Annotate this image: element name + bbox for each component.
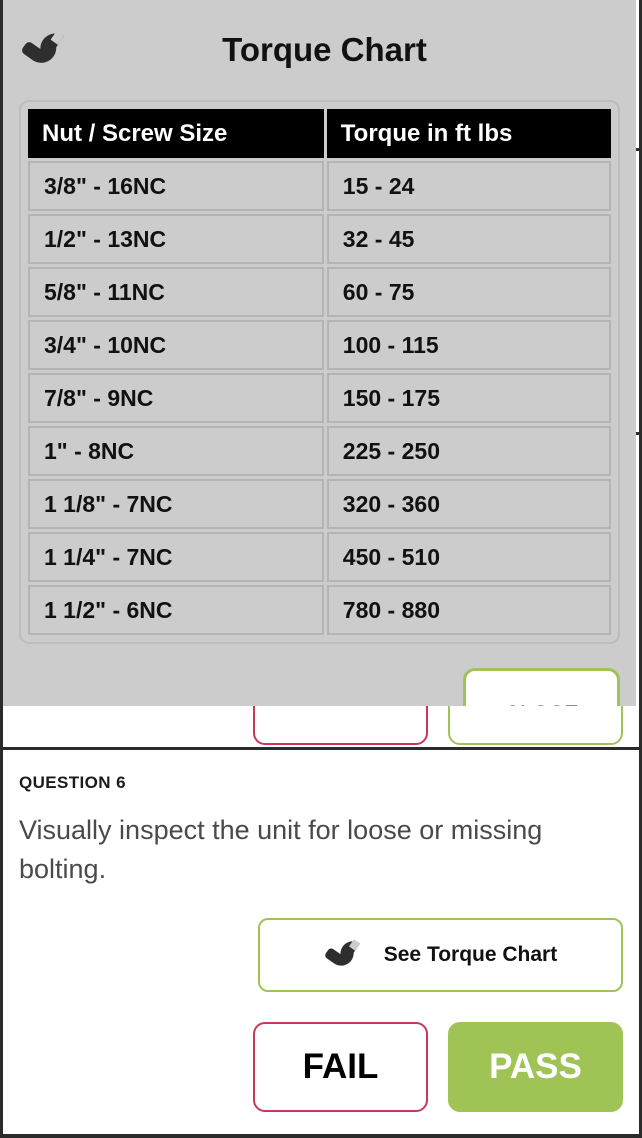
table-row: 1 1/2" - 6NC 780 - 880 [28,585,611,635]
torque-table-container: Nut / Screw Size Torque in ft lbs 3/8" -… [19,100,620,644]
question-text: Visually inspect the unit for loose or m… [19,815,543,885]
fail-button[interactable]: FAIL [253,1022,428,1113]
cell-screw-size: 5/8" - 11NC [28,267,324,317]
decision-row: FAIL PASS [19,1022,623,1113]
cell-screw-size: 7/8" - 9NC [28,373,324,423]
cell-torque-range: 60 - 75 [326,267,611,317]
cell-screw-size: 1" - 8NC [28,426,324,476]
modal-header: Torque Chart [3,0,636,100]
wrench-icon [324,935,368,975]
cell-screw-size: 1 1/4" - 7NC [28,532,324,582]
cell-torque-range: 320 - 360 [326,479,611,529]
torque-table: Nut / Screw Size Torque in ft lbs 3/8" -… [25,106,614,638]
cell-screw-size: 1 1/8" - 7NC [28,479,324,529]
cell-torque-range: 780 - 880 [326,585,611,635]
modal-title: Torque Chart [222,31,427,68]
cell-screw-size: 1/2" - 13NC [28,214,324,264]
cell-torque-range: 450 - 510 [326,532,611,582]
app-page: QUESTION 6 Visually inspect the unit for… [0,0,642,1138]
close-button[interactable]: CLOSE [463,668,620,706]
table-header-row: Nut / Screw Size Torque in ft lbs [28,109,611,158]
torque-button-row: See Torque Chart [19,918,623,993]
cell-torque-range: 150 - 175 [326,373,611,423]
pass-button[interactable]: PASS [448,1022,623,1113]
table-row: 1/2" - 13NC 32 - 45 [28,214,611,264]
table-row: 1 1/4" - 7NC 450 - 510 [28,532,611,582]
question-number-label: QUESTION 6 [19,773,126,792]
column-header-size: Nut / Screw Size [28,109,324,158]
table-row: 3/8" - 16NC 15 - 24 [28,161,611,211]
wrench-icon [21,26,73,74]
cell-torque-range: 100 - 115 [326,320,611,370]
table-row: 7/8" - 9NC 150 - 175 [28,373,611,423]
table-row: 1" - 8NC 225 - 250 [28,426,611,476]
modal-footer: CLOSE [3,644,636,706]
see-torque-chart-label: See Torque Chart [383,943,558,967]
cell-torque-range: 15 - 24 [326,161,611,211]
table-row: 1 1/8" - 7NC 320 - 360 [28,479,611,529]
cell-torque-range: 225 - 250 [326,426,611,476]
question-card: QUESTION 6 Visually inspect the unit for… [3,747,639,1134]
table-row: 5/8" - 11NC 60 - 75 [28,267,611,317]
cell-torque-range: 32 - 45 [326,214,611,264]
see-torque-chart-button[interactable]: See Torque Chart [258,918,623,993]
cell-screw-size: 3/4" - 10NC [28,320,324,370]
cell-screw-size: 3/8" - 16NC [28,161,324,211]
column-header-torque: Torque in ft lbs [326,109,611,158]
torque-chart-modal: Torque Chart Nut / Screw Size Torque in … [3,0,636,706]
table-row: 3/4" - 10NC 100 - 115 [28,320,611,370]
cell-screw-size: 1 1/2" - 6NC [28,585,324,635]
